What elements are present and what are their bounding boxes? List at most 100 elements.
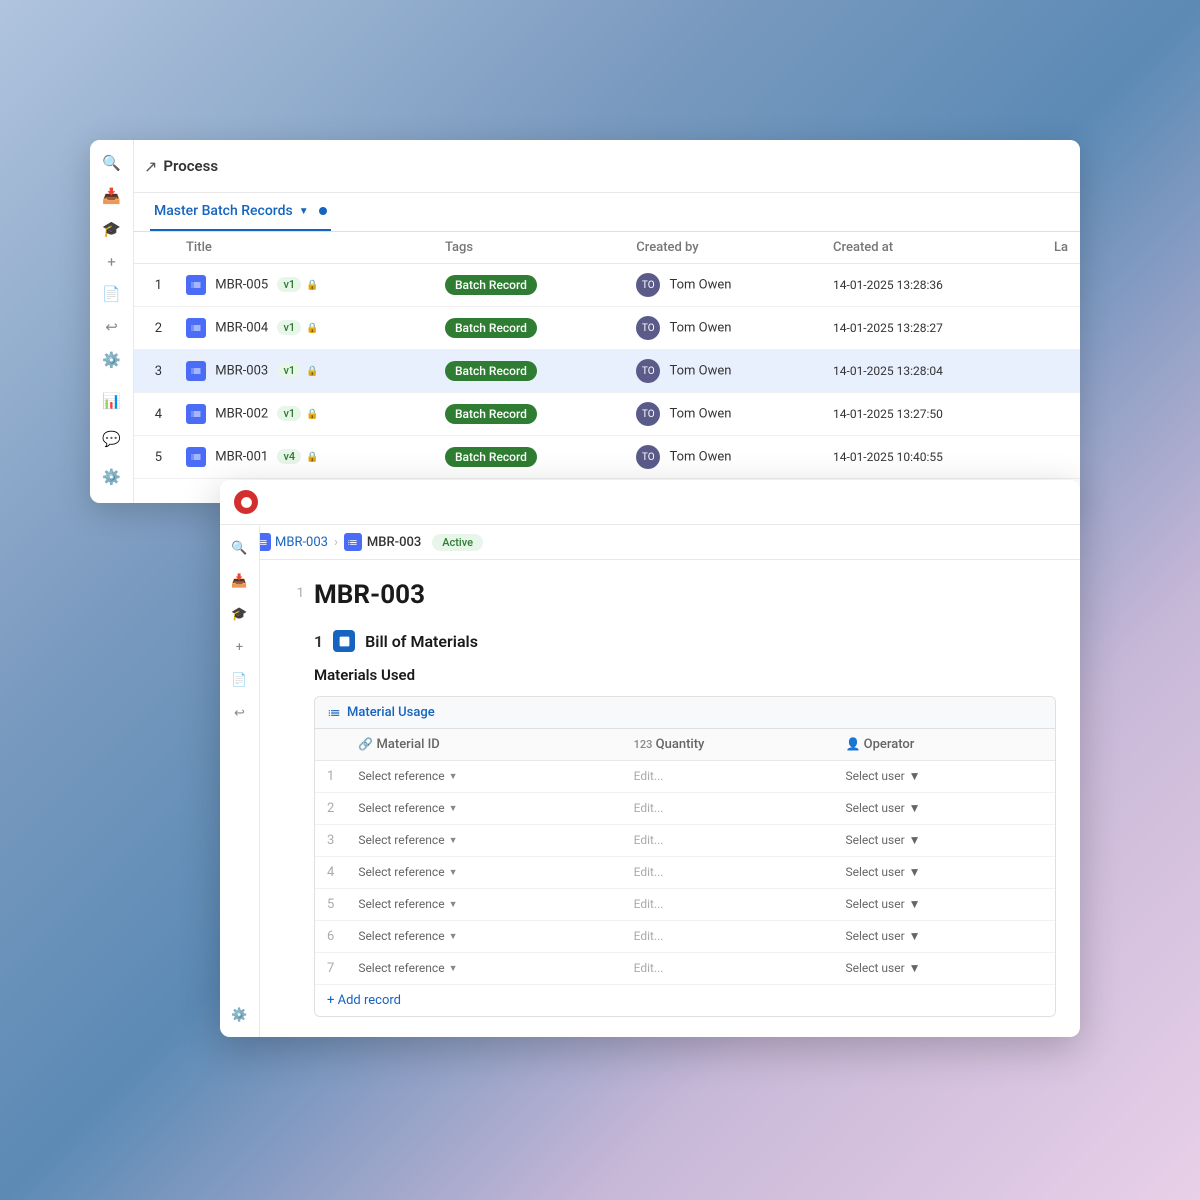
mat-row-quantity[interactable]: Edit... — [622, 857, 834, 889]
mat-row-material[interactable]: Select reference ▼ — [346, 953, 621, 985]
select-user[interactable]: Select user ▼ — [845, 801, 920, 815]
inbox-icon[interactable]: 📥 — [96, 183, 128, 210]
select-reference[interactable]: Select reference ▼ — [358, 865, 457, 879]
analytics-icon[interactable]: 📊 — [96, 385, 128, 417]
row-id: MBR-003 — [215, 363, 268, 378]
mat-row-operator[interactable]: Select user ▼ — [833, 793, 1055, 825]
edit-quantity[interactable]: Edit... — [634, 897, 664, 911]
row-la — [1042, 393, 1080, 436]
edit-quantity[interactable]: Edit... — [634, 961, 664, 975]
mat-row-quantity[interactable]: Edit... — [622, 953, 834, 985]
settings-icon[interactable]: ⚙️ — [96, 346, 128, 373]
title-arrow-icon: ↗ — [144, 157, 157, 176]
status-badge: Active — [432, 534, 483, 551]
row-num: 5 — [134, 436, 174, 479]
mat-row-operator[interactable]: Select user ▼ — [833, 857, 1055, 889]
table-row[interactable]: 3 MBR-003 v1 🔒 Batch Record TO Tom Owen … — [134, 350, 1080, 393]
tab-master-batch-records[interactable]: Master Batch Records ▼ — [150, 193, 331, 231]
edit-quantity[interactable]: Edit... — [634, 769, 664, 783]
mat-row-material[interactable]: Select reference ▼ — [346, 793, 621, 825]
add-icon[interactable]: + — [96, 248, 128, 275]
avatar: TO — [636, 359, 660, 383]
mat-row-operator[interactable]: Select user ▼ — [833, 921, 1055, 953]
detail-inbox-icon[interactable]: 📥 — [226, 567, 254, 595]
add-record-button[interactable]: + Add record — [315, 985, 1055, 1016]
operator-chevron-icon: ▼ — [909, 961, 921, 975]
mat-row-material[interactable]: Select reference ▼ — [346, 825, 621, 857]
mat-row-quantity[interactable]: Edit... — [622, 825, 834, 857]
list-window-title-bar: ↗ Process — [90, 140, 1080, 193]
training-icon[interactable]: 🎓 — [96, 215, 128, 242]
select-user[interactable]: Select user ▼ — [845, 929, 920, 943]
mat-row-num: 3 — [315, 825, 346, 857]
detail-undo-icon[interactable]: ↩ — [226, 699, 254, 727]
mat-row-operator[interactable]: Select user ▼ — [833, 889, 1055, 921]
row-created-by: TO Tom Owen — [624, 307, 821, 350]
table-row[interactable]: 5 MBR-001 v4 🔒 Batch Record TO Tom Owen … — [134, 436, 1080, 479]
materials-table-label: Material Usage — [347, 705, 435, 720]
mat-row-quantity[interactable]: Edit... — [622, 793, 834, 825]
select-reference[interactable]: Select reference ▼ — [358, 769, 457, 783]
section-header: 1 Bill of Materials — [314, 630, 1056, 652]
breadcrumb-parent[interactable]: MBR-003 — [253, 533, 328, 551]
document-icon[interactable]: 📄 — [96, 281, 128, 308]
mat-table-row: 5 Select reference ▼ Edit... Select user… — [315, 889, 1055, 921]
tab-dropdown-arrow[interactable]: ▼ — [299, 206, 309, 217]
select-reference[interactable]: Select reference ▼ — [358, 961, 457, 975]
col-tags-header: Tags — [433, 232, 624, 264]
record-type-icon — [186, 275, 206, 295]
edit-quantity[interactable]: Edit... — [634, 865, 664, 879]
chat-icon[interactable]: 💬 — [96, 423, 128, 455]
detail-content: 1 MBR-003 1 Bill of Materials Materials … — [260, 560, 1080, 1037]
select-reference[interactable]: Select reference ▼ — [358, 929, 457, 943]
row-id: MBR-002 — [215, 406, 268, 421]
user-name: Tom Owen — [670, 278, 732, 293]
mat-row-operator[interactable]: Select user ▼ — [833, 761, 1055, 793]
mat-row-quantity[interactable]: Edit... — [622, 761, 834, 793]
table-row[interactable]: 2 MBR-004 v1 🔒 Batch Record TO Tom Owen … — [134, 307, 1080, 350]
select-user-label: Select user — [845, 833, 904, 847]
breadcrumb: ← MBR-003 › MBR-003 Active — [220, 525, 1080, 560]
search-icon[interactable]: 🔍 — [96, 150, 128, 177]
tag-badge: Batch Record — [445, 275, 537, 295]
detail-settings-icon[interactable]: ⚙️ — [226, 1001, 254, 1029]
mat-row-quantity[interactable]: Edit... — [622, 889, 834, 921]
detail-search-icon[interactable]: 🔍 — [226, 534, 254, 562]
edit-quantity[interactable]: Edit... — [634, 801, 664, 815]
mat-row-quantity[interactable]: Edit... — [622, 921, 834, 953]
detail-add-icon[interactable]: + — [226, 633, 254, 661]
breadcrumb-current: MBR-003 Active — [344, 533, 483, 551]
table-row[interactable]: 1 MBR-005 v1 🔒 Batch Record TO Tom Owen … — [134, 264, 1080, 307]
row-num: 3 — [134, 350, 174, 393]
select-user[interactable]: Select user ▼ — [845, 769, 920, 783]
row-created-at: 14-01-2025 13:28:36 — [821, 264, 1042, 307]
select-reference[interactable]: Select reference ▼ — [358, 897, 457, 911]
mat-col-quantity: 123 Quantity — [622, 729, 834, 761]
mat-row-operator[interactable]: Select user ▼ — [833, 825, 1055, 857]
select-reference[interactable]: Select reference ▼ — [358, 801, 457, 815]
mat-row-material[interactable]: Select reference ▼ — [346, 761, 621, 793]
operator-chevron-icon: ▼ — [909, 801, 921, 815]
mat-row-num: 4 — [315, 857, 346, 889]
edit-quantity[interactable]: Edit... — [634, 833, 664, 847]
mat-row-operator[interactable]: Select user ▼ — [833, 953, 1055, 985]
row-la — [1042, 264, 1080, 307]
select-user[interactable]: Select user ▼ — [845, 897, 920, 911]
operator-chevron-icon: ▼ — [909, 865, 921, 879]
mat-row-material[interactable]: Select reference ▼ — [346, 889, 621, 921]
section-title: Bill of Materials — [365, 632, 478, 651]
table-row[interactable]: 4 MBR-002 v1 🔒 Batch Record TO Tom Owen … — [134, 393, 1080, 436]
detail-doc-icon[interactable]: 📄 — [226, 666, 254, 694]
undo-icon[interactable]: ↩ — [96, 314, 128, 341]
mat-table-row: 3 Select reference ▼ Edit... Select user… — [315, 825, 1055, 857]
select-user[interactable]: Select user ▼ — [845, 833, 920, 847]
mat-row-material[interactable]: Select reference ▼ — [346, 857, 621, 889]
mat-row-material[interactable]: Select reference ▼ — [346, 921, 621, 953]
select-user[interactable]: Select user ▼ — [845, 961, 920, 975]
select-reference[interactable]: Select reference ▼ — [358, 833, 457, 847]
edit-quantity[interactable]: Edit... — [634, 929, 664, 943]
lock-icon: 🔒 — [306, 452, 318, 463]
select-user[interactable]: Select user ▼ — [845, 865, 920, 879]
settings-bottom-icon[interactable]: ⚙️ — [96, 461, 128, 493]
detail-training-icon[interactable]: 🎓 — [226, 600, 254, 628]
